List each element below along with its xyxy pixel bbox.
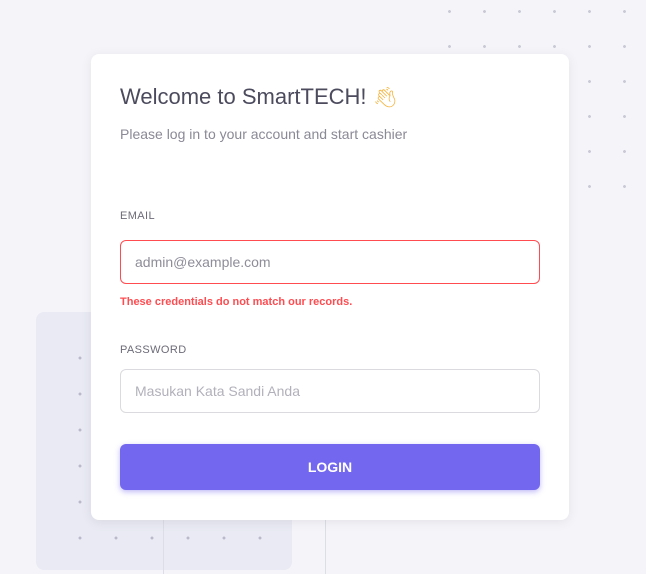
page-title: Welcome to SmartTECH! 👋︎	[120, 84, 398, 110]
login-button[interactable]: LOGIN	[120, 444, 540, 490]
decorative-line	[325, 520, 326, 574]
email-field[interactable]	[120, 240, 540, 284]
title-text: Welcome to SmartTECH!	[120, 84, 367, 109]
login-card: Welcome to SmartTECH! 👋︎ Please log in to…	[91, 54, 569, 520]
password-label: PASSWORD	[120, 344, 187, 356]
email-error-message: These credentials do not match our recor…	[120, 296, 353, 308]
subtitle: Please log in to your account and start …	[120, 126, 408, 142]
password-field[interactable]	[120, 369, 540, 413]
waving-hand-icon: 👋︎	[372, 87, 398, 109]
email-label: EMAIL	[120, 210, 156, 222]
